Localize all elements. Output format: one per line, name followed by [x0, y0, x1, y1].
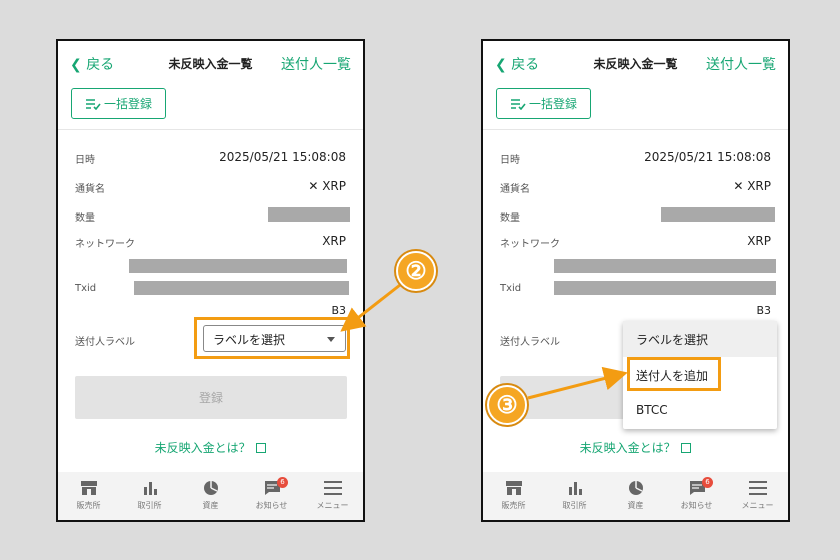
- step-3-marker: ③: [487, 385, 527, 425]
- arrow-step3: [527, 366, 628, 400]
- arrow-step2: [340, 283, 401, 332]
- step-2-marker: ②: [396, 251, 436, 291]
